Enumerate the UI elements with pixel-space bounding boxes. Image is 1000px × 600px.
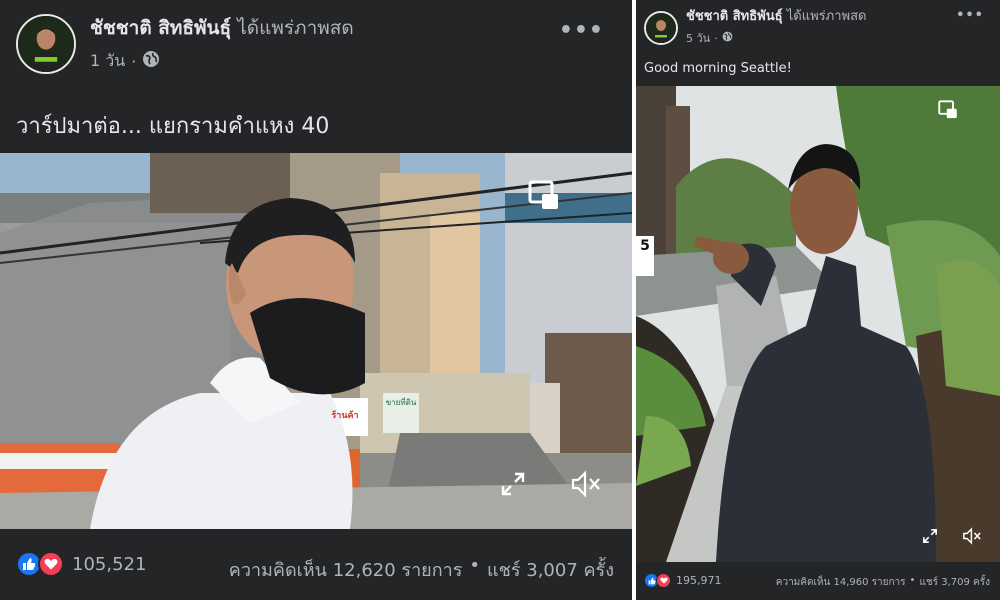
reactions-summary[interactable]: 195,971 xyxy=(644,573,722,588)
dot-separator: · xyxy=(714,31,718,45)
globe-icon xyxy=(142,50,160,72)
muted-speaker-icon[interactable] xyxy=(962,527,982,549)
picture-in-picture-icon[interactable] xyxy=(938,100,958,124)
post-action: ได้แพร่ภาพสด xyxy=(786,9,867,24)
live-video[interactable]: 5 xyxy=(636,86,1000,562)
right-post-card: ชัชชาติ สิทธิพันธุ์ ได้แพร่ภาพสด 5 วัน ·… xyxy=(636,0,1000,600)
love-heart-icon xyxy=(656,573,671,588)
reaction-count: 105,521 xyxy=(72,553,147,575)
avatar-image xyxy=(18,16,74,72)
more-options-icon[interactable]: ••• xyxy=(956,8,984,23)
post-action: ได้แพร่ภาพสด xyxy=(237,16,354,39)
dot-separator: · xyxy=(131,51,137,71)
avatar[interactable] xyxy=(16,14,76,74)
post-time[interactable]: 1 วัน xyxy=(90,49,125,74)
stats-separator: • xyxy=(469,555,481,576)
post-header: ชัชชาติ สิทธิพันธุ์ ได้แพร่ภาพสด 5 วัน · xyxy=(644,8,866,47)
banner-sign: ขายที่ดิน xyxy=(385,398,417,407)
fullscreen-icon[interactable] xyxy=(500,471,526,501)
post-time[interactable]: 5 วัน xyxy=(686,29,710,47)
comment-count[interactable]: ความคิดเห็น 14,960 รายการ xyxy=(776,575,906,590)
share-count[interactable]: แชร์ 3,709 ครั้ง xyxy=(919,575,990,590)
video-frame xyxy=(636,86,1000,562)
more-options-icon[interactable]: ••• xyxy=(559,18,604,43)
author-name[interactable]: ชัชชาติ สิทธิพันธุ์ xyxy=(686,9,783,24)
engagement-stats: ความคิดเห็น 12,620 รายการ • แชร์ 3,007 ค… xyxy=(229,555,614,584)
share-count[interactable]: แชร์ 3,007 ครั้ง xyxy=(487,555,614,584)
reaction-count: 195,971 xyxy=(676,574,722,587)
house-number-sign: 5 xyxy=(640,238,650,254)
stats-separator: • xyxy=(909,575,916,586)
post-caption: Good morning Seattle! xyxy=(644,61,792,76)
love-heart-icon xyxy=(38,551,64,577)
avatar-image xyxy=(646,12,676,43)
left-post-card: ชัชชาติ สิทธิพันธุ์ ได้แพร่ภาพสด 1 วัน ·… xyxy=(0,0,632,600)
globe-icon xyxy=(722,31,733,45)
fullscreen-icon[interactable] xyxy=(922,528,938,548)
author-name[interactable]: ชัชชาติ สิทธิพันธุ์ xyxy=(90,17,231,39)
reactions-summary[interactable]: 105,521 xyxy=(16,551,146,577)
live-video[interactable]: ร้านค้า ขายที่ดิน xyxy=(0,153,632,529)
avatar[interactable] xyxy=(644,10,678,45)
post-caption: วาร์ปมาต่อ... แยกรามคำแหง 40 xyxy=(16,114,330,139)
post-header: ชัชชาติ สิทธิพันธุ์ ได้แพร่ภาพสด 1 วัน · xyxy=(16,14,354,74)
picture-in-picture-icon[interactable] xyxy=(528,180,560,216)
muted-speaker-icon[interactable] xyxy=(570,470,602,502)
shop-sign: ร้านค้า xyxy=(331,411,359,421)
comment-count[interactable]: ความคิดเห็น 12,620 รายการ xyxy=(229,555,463,584)
engagement-stats: ความคิดเห็น 14,960 รายการ • แชร์ 3,709 ค… xyxy=(776,575,990,590)
